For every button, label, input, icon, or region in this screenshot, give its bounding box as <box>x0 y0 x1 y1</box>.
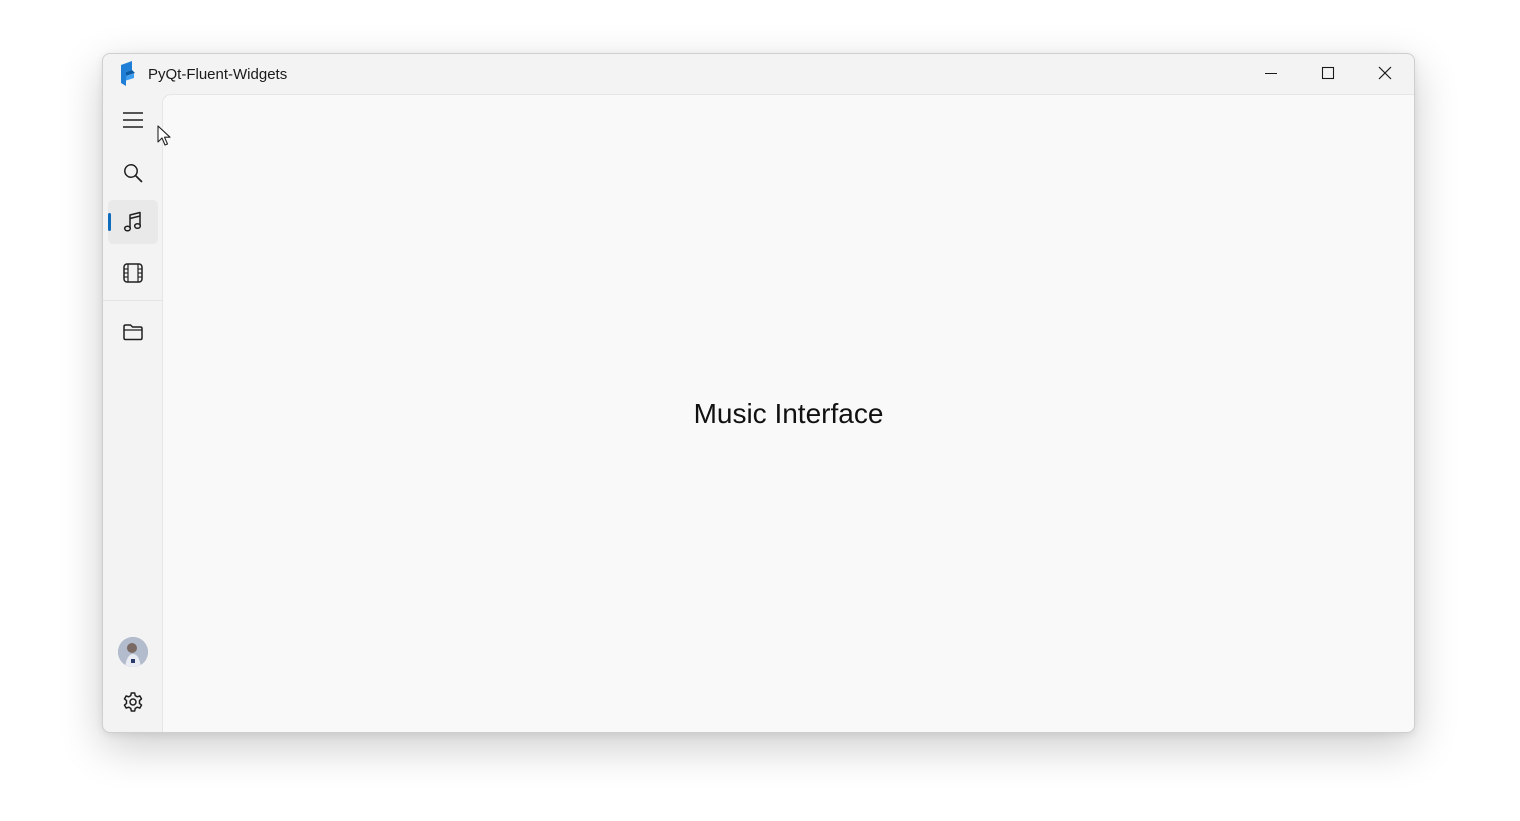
film-icon <box>123 263 143 283</box>
main-content-area: Music Interface <box>162 94 1414 732</box>
sidebar-item-music[interactable] <box>108 200 158 244</box>
gear-icon <box>123 692 143 712</box>
window-title: PyQt-Fluent-Widgets <box>148 66 288 83</box>
sidebar-separator <box>103 300 162 301</box>
sidebar-item-video[interactable] <box>108 251 158 295</box>
menu-toggle-button[interactable] <box>108 98 158 142</box>
avatar-image <box>118 637 148 667</box>
music-note-icon <box>123 211 142 232</box>
app-window: PyQt-Fluent-Widgets Music Interface <box>102 53 1415 733</box>
close-button[interactable] <box>1356 54 1413 92</box>
minimize-button[interactable] <box>1242 54 1299 92</box>
avatar <box>118 637 148 667</box>
sidebar-item-avatar[interactable] <box>108 630 158 674</box>
search-icon <box>124 164 143 183</box>
navigation-sidebar <box>103 94 162 732</box>
mouse-cursor-icon <box>157 125 171 146</box>
minimize-icon <box>1264 72 1277 75</box>
selection-indicator <box>108 213 111 231</box>
page-label: Music Interface <box>693 398 884 429</box>
sidebar-item-folder[interactable] <box>108 310 158 354</box>
maximize-button[interactable] <box>1299 54 1356 92</box>
close-icon <box>1378 66 1391 80</box>
title-bar[interactable]: PyQt-Fluent-Widgets <box>103 54 1414 94</box>
sidebar-item-search[interactable] <box>108 151 158 195</box>
folder-icon <box>123 324 143 341</box>
sidebar-item-settings[interactable] <box>108 680 158 724</box>
pyqt-fluent-logo-icon <box>121 61 135 86</box>
maximize-icon <box>1321 66 1334 80</box>
hamburger-menu-icon <box>123 112 143 128</box>
